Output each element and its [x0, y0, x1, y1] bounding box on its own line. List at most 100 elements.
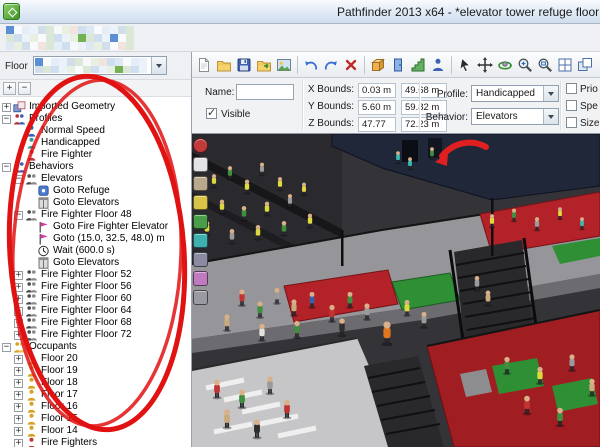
main-toolbar	[192, 52, 600, 78]
tree-item-goto-elevators[interactable]: Goto Elevators	[0, 257, 191, 269]
3d-viewport[interactable]	[192, 134, 600, 447]
redo-icon[interactable]	[321, 54, 341, 76]
profile-select[interactable]: Handicapped	[471, 85, 559, 102]
expand-toggle[interactable]: +	[14, 402, 23, 412]
tree-item-goto-elevators[interactable]: Goto Elevators	[0, 197, 191, 209]
expand-toggle[interactable]: +	[14, 318, 23, 328]
collapse-all-button[interactable]: −	[18, 81, 31, 95]
view-settings-icon[interactable]	[193, 290, 208, 305]
measure-tool-icon[interactable]	[193, 271, 208, 286]
scene-tree[interactable]: + Imported Geometry − Profiles Normal Speed H…	[0, 97, 191, 447]
tree-item-fire-fighter-floor-64[interactable]: + Fire Fighter Floor 64	[0, 305, 191, 317]
show-floors-icon[interactable]	[193, 176, 208, 191]
tree-item-goto-fire-fighter-elevator[interactable]: Goto Fire Fighter Elevator	[0, 221, 191, 233]
expand-toggle[interactable]: +	[14, 366, 23, 376]
delete-icon[interactable]	[341, 54, 361, 76]
expand-toggle[interactable]: +	[14, 426, 23, 436]
new-file-icon[interactable]	[194, 54, 214, 76]
toolbar-separator	[364, 55, 365, 74]
tree-item-fire-fighter-floor-52[interactable]: + Fire Fighter Floor 52	[0, 269, 191, 281]
expand-toggle[interactable]: +	[14, 270, 23, 280]
tree-item-profiles[interactable]: − Profiles	[0, 113, 191, 125]
tree-item-fire-fighter-floor-48[interactable]: − Fire Fighter Floor 48	[0, 209, 191, 221]
add-room-icon[interactable]	[368, 54, 388, 76]
tile-windows-icon[interactable]	[575, 54, 595, 76]
tree-item-behaviors[interactable]: − Behaviors	[0, 161, 191, 173]
tree-item-wait-600-0-s[interactable]: Wait (600.0 s)	[0, 245, 191, 257]
tree-item-fire-fighter-floor-56[interactable]: + Fire Fighter Floor 56	[0, 281, 191, 293]
spe-checkbox[interactable]	[566, 100, 577, 111]
tree-item-imported-geometry[interactable]: + Imported Geometry	[0, 101, 191, 113]
expand-toggle[interactable]: +	[2, 102, 11, 112]
tree-item-fire-fighter-floor-72[interactable]: + Fire Fighter Floor 72	[0, 329, 191, 341]
add-occupant-icon[interactable]	[428, 54, 448, 76]
zoom-fit-icon[interactable]	[535, 54, 555, 76]
collapse-toggle[interactable]: −	[2, 114, 11, 124]
tree-item-floor-14[interactable]: + Floor 14	[0, 425, 191, 437]
collapse-toggle[interactable]: −	[14, 210, 23, 220]
chevron-down-icon[interactable]	[151, 57, 166, 74]
open-file-icon[interactable]	[214, 54, 234, 76]
collapse-toggle[interactable]: −	[2, 342, 11, 352]
view-grid-icon[interactable]	[555, 54, 575, 76]
undo-icon[interactable]	[301, 54, 321, 76]
tree-item-fire-fighter-floor-60[interactable]: + Fire Fighter Floor 60	[0, 293, 191, 305]
floor-select[interactable]	[33, 56, 167, 75]
show-grid-icon[interactable]	[193, 252, 208, 267]
tree-item-goto-refuge[interactable]: Goto Refuge	[0, 185, 191, 197]
viewport-toolbar	[193, 138, 208, 305]
reset-camera-icon[interactable]	[193, 138, 208, 153]
show-paths-icon[interactable]	[193, 233, 208, 248]
divider	[560, 81, 561, 130]
tree-item-floor-19[interactable]: + Floor 19	[0, 365, 191, 377]
tree-item-occupants[interactable]: − Occupants	[0, 341, 191, 353]
behavior-select[interactable]: Elevators	[471, 108, 559, 125]
tree-item-normal-speed[interactable]: Normal Speed	[0, 125, 191, 137]
tree-item-fire-fighters[interactable]: + Fire Fighters	[0, 437, 191, 447]
zoom-in-icon[interactable]	[515, 54, 535, 76]
person-yellow-icon	[25, 401, 38, 413]
tree-item-fire-fighter[interactable]: Fire Fighter	[0, 149, 191, 161]
tree-item-handicapped[interactable]: Handicapped	[0, 137, 191, 149]
tree-item-label: Profiles	[29, 113, 63, 124]
screenshot-icon[interactable]	[274, 54, 294, 76]
expand-toggle[interactable]: +	[14, 330, 23, 340]
behavior-label: Behavior:	[425, 112, 468, 123]
view-mode-icon[interactable]	[193, 157, 208, 172]
people-gray-icon	[25, 269, 38, 281]
tree-item-label: Floor 15	[41, 413, 78, 424]
expand-toggle[interactable]: +	[14, 294, 23, 304]
chevron-down-icon[interactable]	[543, 86, 558, 101]
size-checkbox[interactable]	[566, 117, 577, 128]
expand-toggle[interactable]: +	[14, 282, 23, 292]
expand-toggle[interactable]: +	[14, 378, 23, 388]
tree-item-floor-18[interactable]: + Floor 18	[0, 377, 191, 389]
collapse-toggle[interactable]: −	[2, 162, 11, 172]
expand-toggle[interactable]: +	[14, 414, 23, 424]
show-occupants-icon[interactable]	[193, 195, 208, 210]
add-stairs-icon[interactable]	[408, 54, 428, 76]
expand-toggle[interactable]: +	[14, 354, 23, 364]
expand-toggle[interactable]: +	[14, 306, 23, 316]
prio-checkbox[interactable]	[566, 83, 577, 94]
move-tool-icon[interactable]	[475, 54, 495, 76]
save-file-icon[interactable]	[234, 54, 254, 76]
chevron-down-icon[interactable]	[543, 109, 558, 124]
expand-toggle[interactable]: +	[14, 390, 23, 400]
tree-item-floor-16[interactable]: + Floor 16	[0, 401, 191, 413]
select-tool-icon[interactable]	[455, 54, 475, 76]
tree-item-fire-fighter-floor-68[interactable]: + Fire Fighter Floor 68	[0, 317, 191, 329]
add-door-icon[interactable]	[388, 54, 408, 76]
orbit-tool-icon[interactable]	[495, 54, 515, 76]
collapse-toggle[interactable]: −	[14, 174, 23, 184]
floor-label: Floor	[5, 61, 28, 72]
expand-all-button[interactable]: +	[3, 81, 16, 95]
tree-item-elevators[interactable]: − Elevators	[0, 173, 191, 185]
show-exits-icon[interactable]	[193, 214, 208, 229]
expand-toggle[interactable]: +	[14, 438, 23, 447]
import-geometry-icon[interactable]	[254, 54, 274, 76]
tree-item-floor-17[interactable]: + Floor 17	[0, 389, 191, 401]
tree-item-goto-15-0-32-5-48-0-m[interactable]: Goto (15.0, 32.5, 48.0) m	[0, 233, 191, 245]
tree-item-floor-20[interactable]: + Floor 20	[0, 353, 191, 365]
tree-item-floor-15[interactable]: + Floor 15	[0, 413, 191, 425]
